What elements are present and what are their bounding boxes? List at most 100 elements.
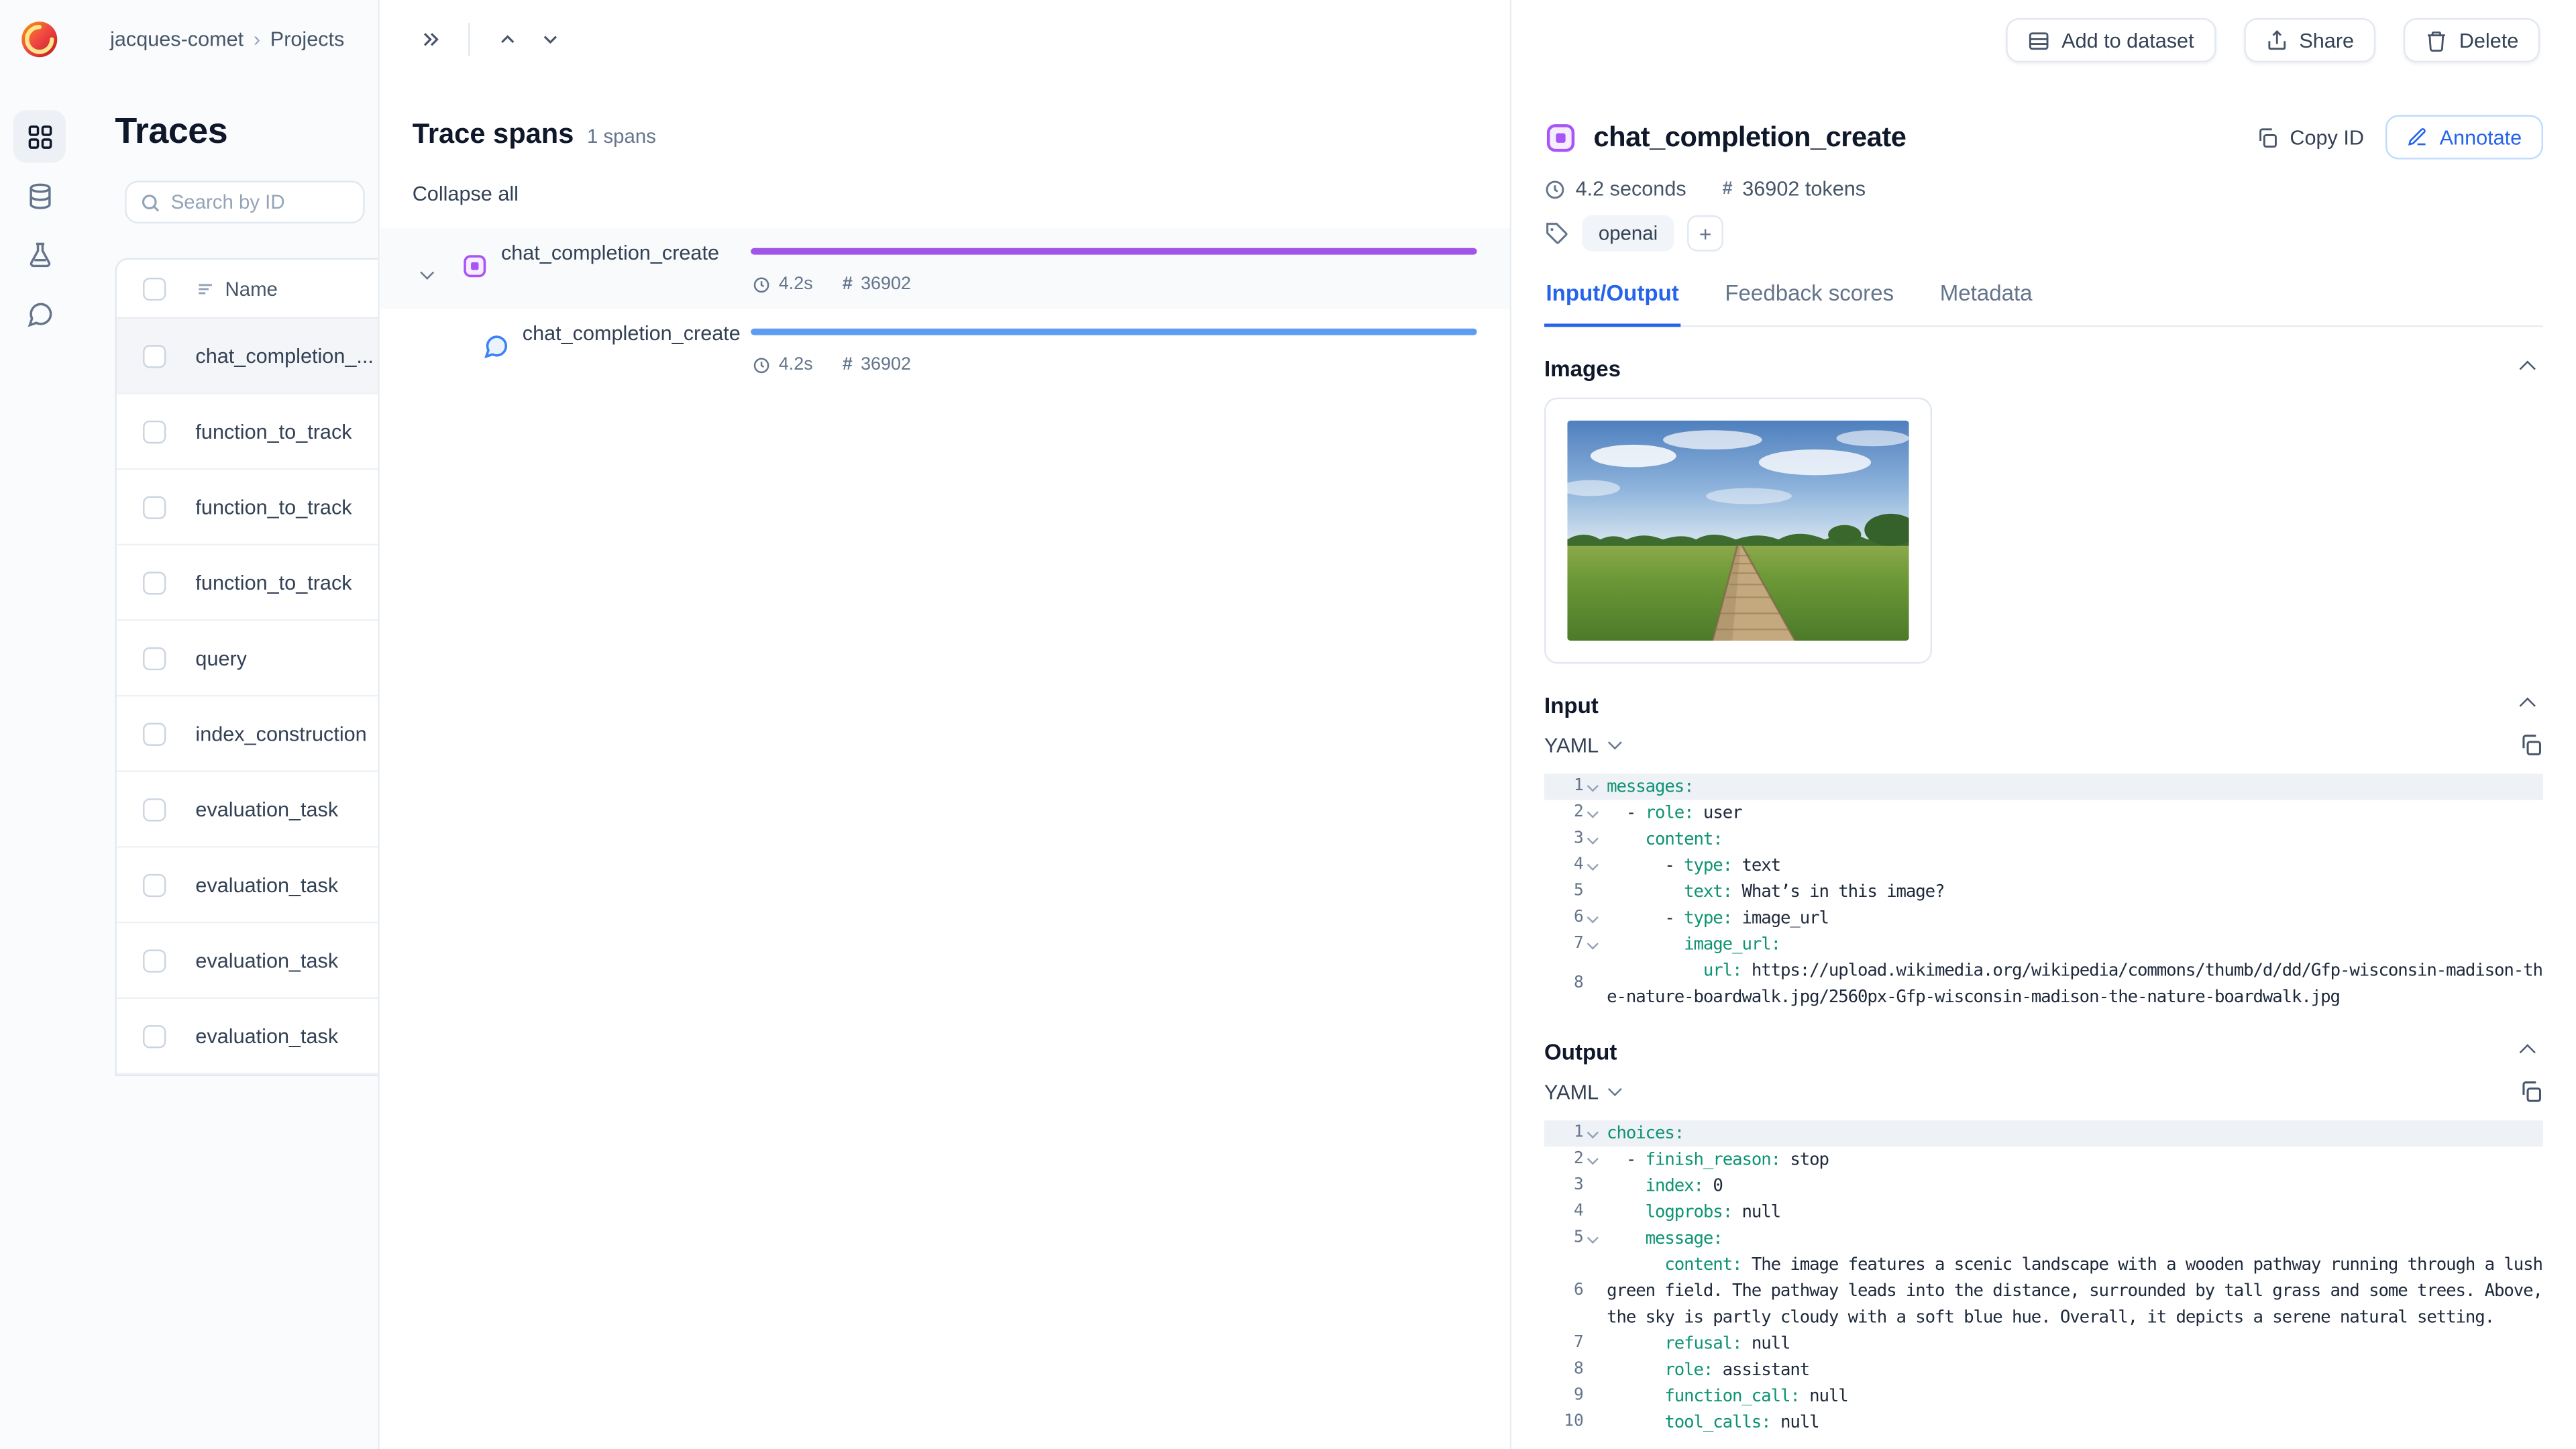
search-icon xyxy=(140,191,161,213)
dataset-icon xyxy=(2027,29,2050,52)
span-detail: chat_completion_create Copy ID Annotate … xyxy=(1511,62,2576,1436)
row-checkbox[interactable] xyxy=(143,419,166,443)
trace-row[interactable]: evaluation_task xyxy=(116,847,378,924)
annotate-button[interactable]: Annotate xyxy=(2385,115,2544,160)
breadcrumb-separator: › xyxy=(253,28,261,51)
share-button[interactable]: Share xyxy=(2243,17,2375,63)
code-line: 2 - finish_reason: stop xyxy=(1544,1146,2543,1173)
copy-input-button[interactable] xyxy=(2518,733,2543,757)
trace-name: evaluation_task xyxy=(195,797,339,821)
trace-row[interactable]: function_to_track xyxy=(116,545,378,621)
trace-row[interactable]: chat_completion_... xyxy=(116,319,378,394)
line-number: 4 xyxy=(1544,853,1599,879)
output-section-header: Output xyxy=(1544,1035,2543,1068)
trace-row[interactable]: evaluation_task xyxy=(116,772,378,848)
span-duration-bar[interactable] xyxy=(751,328,1477,335)
column-menu-icon[interactable] xyxy=(195,278,215,298)
name-column-header[interactable]: Name xyxy=(225,277,278,300)
image-card xyxy=(1544,397,1933,664)
search-input[interactable] xyxy=(170,191,350,214)
trace-name: function_to_track xyxy=(195,571,352,594)
code-line: 6 - type: image_url xyxy=(1544,905,2543,931)
sidebar-item-feedback[interactable] xyxy=(13,288,66,340)
format-select[interactable]: YAML xyxy=(1544,1080,1623,1104)
copy-id-button[interactable]: Copy ID xyxy=(2255,125,2364,149)
row-checkbox[interactable] xyxy=(143,1024,166,1048)
copy-icon xyxy=(2255,125,2278,148)
clock-icon xyxy=(753,275,771,293)
input-section-header: Input xyxy=(1544,688,2543,721)
trace-row[interactable]: function_to_track xyxy=(116,394,378,470)
trace-name: evaluation_task xyxy=(195,1024,339,1048)
sidebar-item-experiments[interactable] xyxy=(13,228,66,280)
table-header: Name xyxy=(116,260,378,319)
trace-name: query xyxy=(195,646,248,669)
select-all-checkbox[interactable] xyxy=(143,276,166,300)
tab-input-output[interactable]: Input/Output xyxy=(1544,271,1681,327)
previous-trace-button[interactable] xyxy=(486,18,529,61)
collapse-sidebar-button[interactable] xyxy=(409,18,452,61)
trace-row[interactable]: function_to_track xyxy=(116,470,378,546)
breadcrumb-section[interactable]: Projects xyxy=(270,28,345,51)
row-checkbox[interactable] xyxy=(143,873,166,896)
attachment-image[interactable] xyxy=(1567,420,1909,641)
tab-metadata[interactable]: Metadata xyxy=(1938,271,2034,327)
collapse-images-button[interactable] xyxy=(2510,352,2543,384)
breadcrumb-workspace[interactable]: jacques-comet xyxy=(110,28,244,51)
code-line: 3 content: xyxy=(1544,826,2543,853)
next-trace-button[interactable] xyxy=(529,18,572,61)
pencil-icon xyxy=(2407,127,2428,148)
add-tag-button[interactable]: + xyxy=(1687,215,1724,252)
span-row[interactable]: chat_completion_create 4.2s # 36902 xyxy=(379,228,1510,309)
clock-icon xyxy=(1544,178,1566,200)
trace-row[interactable]: index_construction xyxy=(116,696,378,773)
span-duration-bar[interactable] xyxy=(751,248,1477,255)
collapse-input-button[interactable] xyxy=(2510,688,2543,721)
span-title: chat_completion_create xyxy=(1593,121,1907,152)
sidebar-item-datasets[interactable] xyxy=(13,169,66,221)
line-number: 7 xyxy=(1574,1334,1584,1352)
llm-span-icon xyxy=(462,253,488,279)
copy-output-button[interactable] xyxy=(2518,1079,2543,1104)
format-select[interactable]: YAML xyxy=(1544,733,1623,757)
share-label: Share xyxy=(2299,28,2355,52)
spans-title: Trace spans xyxy=(412,118,574,150)
trace-row[interactable]: evaluation_task xyxy=(116,998,378,1075)
trace-row[interactable]: evaluation_task xyxy=(116,923,378,999)
chat-span-icon xyxy=(483,333,509,360)
copy-id-label: Copy ID xyxy=(2290,125,2364,149)
tag-icon xyxy=(1544,221,1569,246)
row-checkbox[interactable] xyxy=(143,344,166,368)
row-checkbox[interactable] xyxy=(143,722,166,745)
trace-name: function_to_track xyxy=(195,495,352,519)
span-row[interactable]: chat_completion_create 4.2s # 36902 xyxy=(380,309,1510,389)
collapse-all-button[interactable]: Collapse all xyxy=(413,182,519,205)
chevron-down-icon[interactable] xyxy=(420,256,435,286)
detail-tabs: Input/Output Feedback scores Metadata xyxy=(1544,271,2544,327)
row-checkbox[interactable] xyxy=(143,646,166,669)
add-to-dataset-button[interactable]: Add to dataset xyxy=(2005,17,2216,63)
collapse-output-button[interactable] xyxy=(2510,1035,2543,1068)
tab-feedback-scores[interactable]: Feedback scores xyxy=(1723,271,1896,327)
line-number: 8 xyxy=(1574,974,1584,993)
tag-openai[interactable]: openai xyxy=(1582,215,1674,252)
row-checkbox[interactable] xyxy=(143,797,166,821)
sidebar-item-projects[interactable] xyxy=(13,110,66,163)
line-number: 2 xyxy=(1544,800,1599,826)
comet-logo[interactable] xyxy=(18,18,61,61)
row-checkbox[interactable] xyxy=(143,949,166,972)
output-section-title: Output xyxy=(1544,1038,1617,1064)
row-checkbox[interactable] xyxy=(143,495,166,519)
images-section-title: Images xyxy=(1544,356,1621,380)
delete-button[interactable]: Delete xyxy=(2403,17,2540,63)
traces-table: Name chat_completion_... function_to_trac… xyxy=(115,258,378,1077)
delete-label: Delete xyxy=(2459,28,2519,52)
trace-row[interactable]: query xyxy=(116,621,378,697)
code-line: 8 role: assistant xyxy=(1544,1357,2543,1383)
format-select-value: YAML xyxy=(1544,1080,1599,1104)
flask-icon xyxy=(25,241,54,269)
code-content: content: The image features a scenic lan… xyxy=(1607,1255,2553,1328)
line-number: 1 xyxy=(1544,773,1599,800)
row-checkbox[interactable] xyxy=(143,571,166,594)
search-box[interactable] xyxy=(125,180,365,224)
